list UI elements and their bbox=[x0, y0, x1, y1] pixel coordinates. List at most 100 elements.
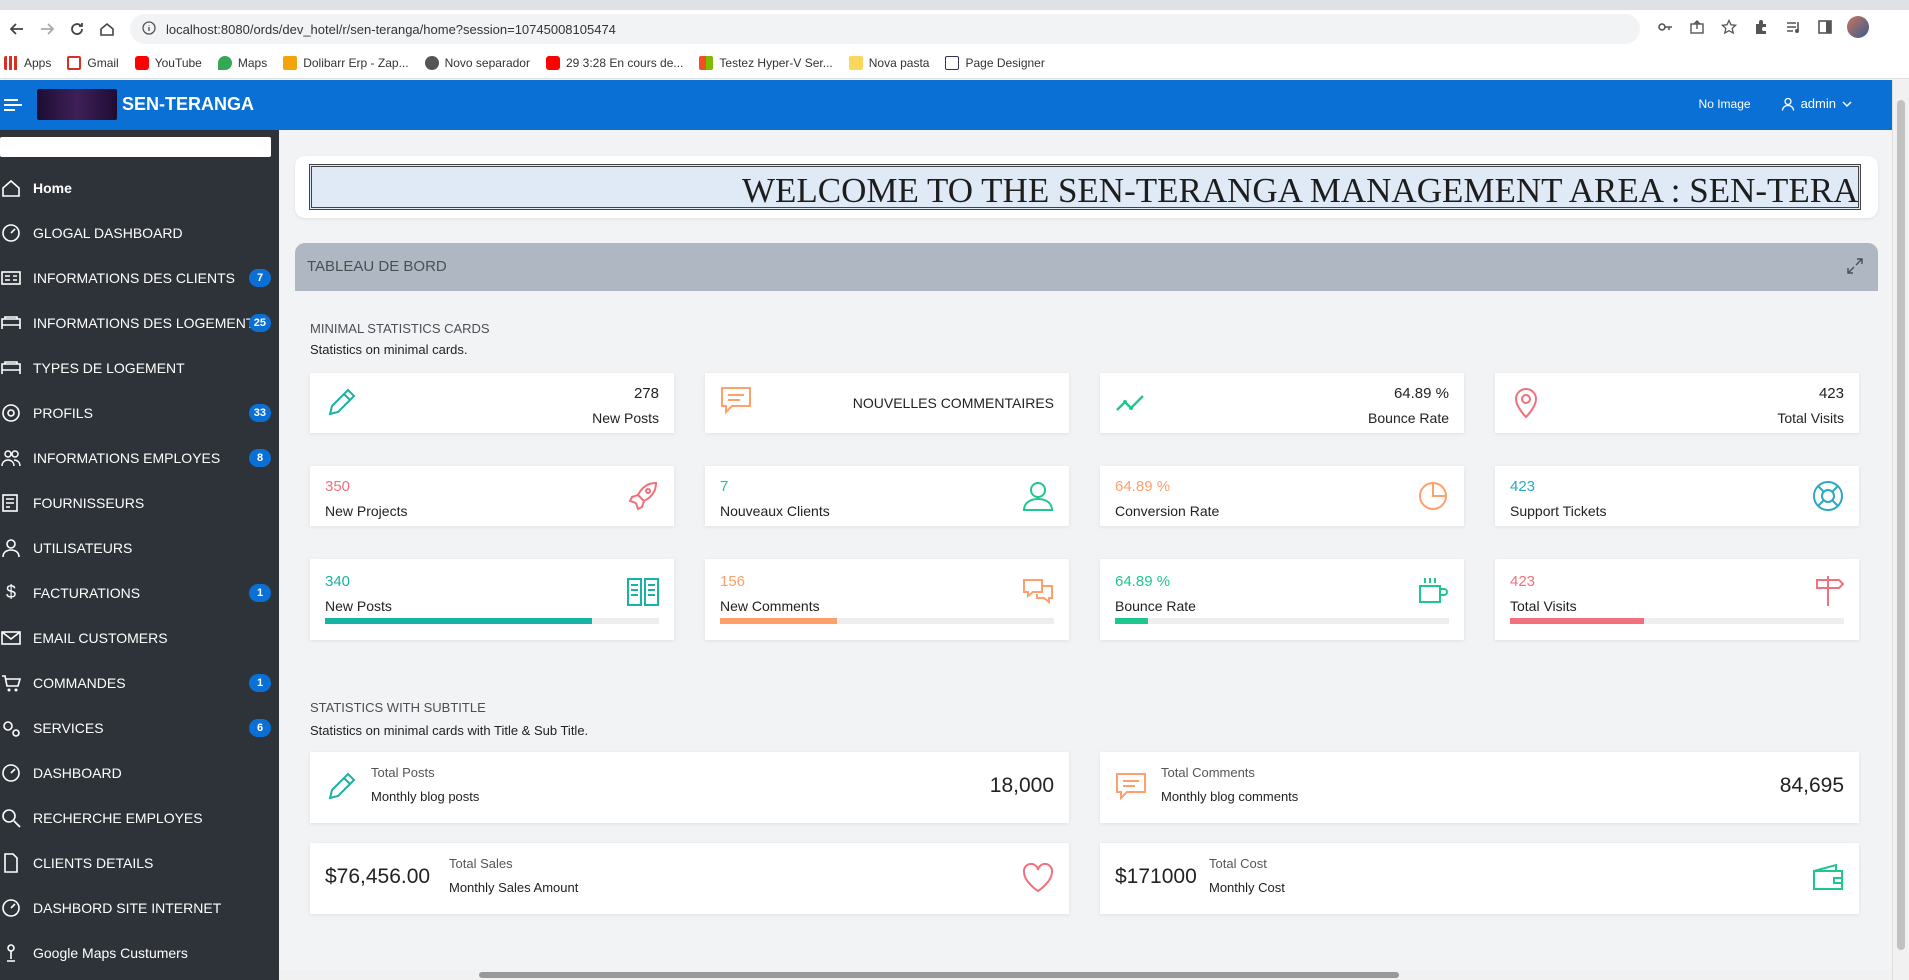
sidebar-item-google-maps[interactable]: Google Maps Custumers bbox=[0, 930, 279, 975]
stat-card: 278 New Posts bbox=[310, 373, 674, 433]
broken-image: No Image bbox=[1698, 96, 1751, 111]
sidebar-item-clients[interactable]: INFORMATIONS DES CLIENTS 7 bbox=[0, 255, 279, 300]
sidebar-item-dashbord-site[interactable]: DASHBORD SITE INTERNET bbox=[0, 885, 279, 930]
stat-card-progress: 156 New Comments bbox=[705, 559, 1069, 640]
stat-value: 7 bbox=[720, 478, 729, 495]
stat-card: 423 Support Tickets bbox=[1495, 466, 1859, 526]
folder-icon bbox=[848, 56, 863, 70]
bookmark-dolibarr[interactable]: Dolibarr Erp - Zap... bbox=[283, 56, 409, 70]
stat-card: NOUVELLES COMMENTAIRES bbox=[705, 373, 1069, 433]
comments-icon bbox=[1023, 579, 1053, 605]
bookmark-nova-pasta[interactable]: Nova pasta bbox=[848, 56, 929, 70]
progress-fill bbox=[1510, 618, 1644, 624]
apps-grid-icon bbox=[4, 56, 18, 70]
section-subtitle: Statistics on minimal cards. bbox=[310, 342, 468, 357]
sidebar-item-label: TYPES DE LOGEMENT bbox=[33, 359, 185, 376]
stat-label: Support Tickets bbox=[1510, 503, 1607, 519]
sidebar-item-facturations[interactable]: $ FACTURATIONS 1 bbox=[0, 570, 279, 615]
extensions-icon[interactable] bbox=[1751, 17, 1771, 37]
key-icon[interactable] bbox=[1655, 17, 1675, 37]
dashboard-icon bbox=[0, 762, 22, 784]
rocket-icon bbox=[628, 481, 658, 511]
scrollbar-thumb[interactable] bbox=[1897, 100, 1905, 950]
home-icon[interactable] bbox=[94, 16, 120, 42]
sidebar-item-label: PROFILS bbox=[33, 404, 93, 421]
bookmark-gmail[interactable]: Gmail bbox=[67, 56, 119, 70]
bookmark-encours[interactable]: 29 3:28 En cours de... bbox=[545, 56, 683, 70]
bookmark-label: Page Designer bbox=[965, 56, 1045, 70]
progress-fill bbox=[1115, 618, 1149, 624]
app-logo[interactable] bbox=[37, 89, 117, 120]
bookmark-apps[interactable]: Apps bbox=[4, 56, 51, 70]
sidebar-item-profils[interactable]: PROFILS 33 bbox=[0, 390, 279, 435]
map-pin-icon bbox=[1514, 388, 1538, 419]
stat-label: New Comments bbox=[720, 598, 820, 614]
bookmark-hyperv[interactable]: Testez Hyper-V Ser... bbox=[699, 56, 833, 70]
scrollbar-thumb[interactable] bbox=[479, 972, 1399, 978]
stat-value: 423 bbox=[1510, 478, 1536, 495]
bookmark-maps[interactable]: Maps bbox=[217, 56, 267, 70]
user-menu[interactable]: admin bbox=[1781, 96, 1852, 111]
dashboard-icon bbox=[0, 897, 22, 919]
horizontal-scrollbar[interactable] bbox=[279, 970, 1892, 980]
sidebar-item-global-dashboard[interactable]: GLOGAL DASHBOARD bbox=[0, 210, 279, 255]
bookmark-youtube[interactable]: YouTube bbox=[134, 56, 202, 70]
sidebar-item-label: SERVICES bbox=[33, 719, 104, 736]
sidebar-item-employes[interactable]: INFORMATIONS EMPLOYES 8 bbox=[0, 435, 279, 480]
chevron-down-icon bbox=[1842, 100, 1852, 107]
vertical-scrollbar[interactable] bbox=[1892, 80, 1909, 980]
bookmark-label: Novo separador bbox=[444, 56, 530, 70]
bookmark-page-designer[interactable]: Page Designer bbox=[945, 56, 1045, 70]
app-title[interactable]: SEN-TERANGA bbox=[122, 94, 254, 115]
card-value: $171000 bbox=[1115, 865, 1197, 888]
tableau-de-bord-header: TABLEAU DE BORD bbox=[295, 243, 1878, 291]
stat-label: New Projects bbox=[325, 503, 408, 519]
user-name: admin bbox=[1800, 96, 1836, 111]
sidebar-search-input[interactable] bbox=[0, 137, 271, 157]
bookmark-label: Dolibarr Erp - Zap... bbox=[303, 56, 409, 70]
star-icon[interactable] bbox=[1719, 17, 1739, 37]
info-icon[interactable] bbox=[142, 20, 156, 38]
expand-icon[interactable] bbox=[1846, 257, 1864, 275]
profile-avatar[interactable] bbox=[1847, 16, 1869, 38]
sidebar-item-services[interactable]: SERVICES 6 bbox=[0, 705, 279, 750]
sidebar-item-label: DASHBOARD bbox=[33, 764, 122, 781]
sidebar-item-recherche-employes[interactable]: RECHERCHE EMPLOYES bbox=[0, 795, 279, 840]
card-title: Total Posts bbox=[371, 765, 435, 780]
reload-icon[interactable] bbox=[64, 16, 90, 42]
count-badge: 1 bbox=[249, 674, 271, 692]
progress-bar bbox=[1115, 618, 1449, 624]
sidebar-item-commandes[interactable]: COMMANDES 1 bbox=[0, 660, 279, 705]
sidebar-item-label: INFORMATIONS DES LOGEMENTS bbox=[33, 314, 264, 331]
stat-label: Total Visits bbox=[1777, 410, 1844, 426]
sidebar-item-dashboard[interactable]: DASHBOARD bbox=[0, 750, 279, 795]
stat-value: 64.89 % bbox=[1115, 573, 1171, 590]
card-subtitle: Monthly blog posts bbox=[371, 789, 480, 804]
sidebar-item-types-logement[interactable]: TYPES DE LOGEMENT bbox=[0, 345, 279, 390]
sidebar-item-fournisseurs[interactable]: FOURNISSEURS bbox=[0, 480, 279, 525]
sidebar-item-logements[interactable]: INFORMATIONS DES LOGEMENTS 25 bbox=[0, 300, 279, 345]
stat-value: 278 bbox=[633, 385, 659, 402]
stat-value: 64.89 % bbox=[1115, 478, 1171, 495]
sidebar-item-home[interactable]: Home bbox=[0, 165, 279, 210]
bed-icon bbox=[0, 357, 22, 379]
browser-tabstrip bbox=[0, 0, 1909, 10]
stat-label: Bounce Rate bbox=[1115, 598, 1196, 614]
vendor-icon bbox=[0, 492, 22, 514]
welcome-text: WELCOME TO THE SEN-TERANGA MANAGEMENT AR… bbox=[742, 171, 1859, 210]
sidebar-item-email-customers[interactable]: EMAIL CUSTOMERS bbox=[0, 615, 279, 660]
forward-icon[interactable] bbox=[34, 16, 60, 42]
sidebar-item-utilisateurs[interactable]: UTILISATEURS bbox=[0, 525, 279, 570]
back-icon[interactable] bbox=[4, 16, 30, 42]
url-text[interactable]: localhost:8080/ords/dev_hotel/r/sen-tera… bbox=[166, 22, 616, 37]
address-bar[interactable]: localhost:8080/ords/dev_hotel/r/sen-tera… bbox=[130, 14, 1640, 44]
sidebar-item-clients-details[interactable]: CLIENTS DETAILS bbox=[0, 840, 279, 885]
person-pin-icon bbox=[0, 942, 22, 964]
sidepanel-icon[interactable] bbox=[1815, 17, 1835, 37]
menu-toggle-icon[interactable] bbox=[4, 94, 26, 116]
main-content: WELCOME TO THE SEN-TERANGA MANAGEMENT AR… bbox=[279, 130, 1892, 980]
share-icon[interactable] bbox=[1687, 17, 1707, 37]
bookmark-novo[interactable]: Novo separador bbox=[424, 56, 530, 70]
media-icon[interactable] bbox=[1783, 17, 1803, 37]
bookmark-label: Gmail bbox=[87, 56, 119, 70]
